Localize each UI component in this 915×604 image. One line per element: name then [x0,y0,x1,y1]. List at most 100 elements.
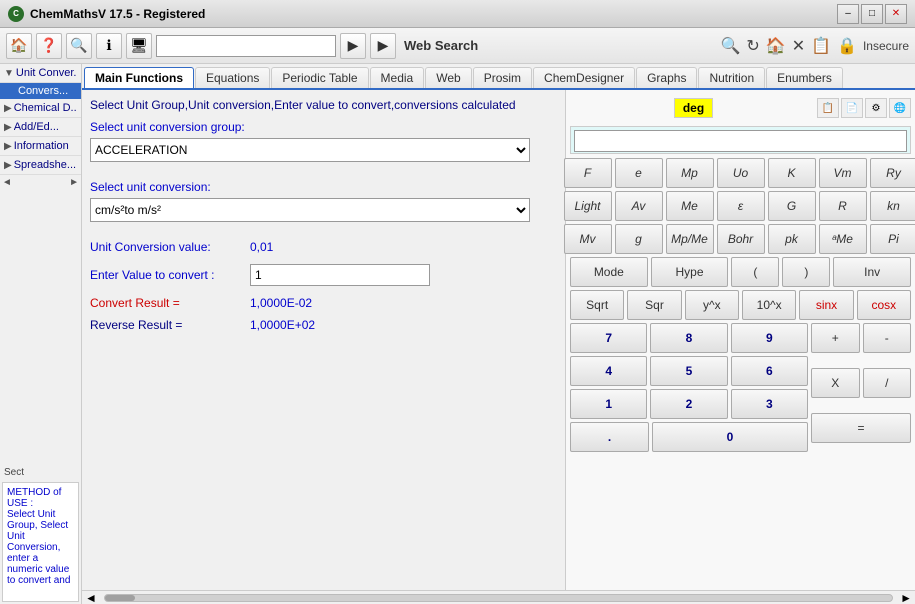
calc-btn-Sqr[interactable]: Sqr [627,290,681,320]
calc-btn-Inv[interactable]: Inv [833,257,911,287]
calc-btn-open-paren[interactable]: ( [731,257,779,287]
calc-btn-Mv[interactable]: Mv [564,224,612,254]
calc-btn-2[interactable]: 2 [650,389,727,419]
forward-button[interactable]: ▶ [370,33,396,59]
tab-equations[interactable]: Equations [195,67,270,88]
calc-btn-Light[interactable]: Light [564,191,612,221]
calc-icon-settings[interactable]: ⚙ [865,98,887,118]
sidebar-item-information[interactable]: ▶ Information [0,137,81,156]
calc-row-3: Mv g Mp/Me Bohr pk ᵃMe Pi [570,224,911,254]
calc-btn-divide[interactable]: / [863,368,912,398]
home-icon[interactable]: 🏠 [6,33,32,59]
scroll-right-arrow[interactable]: ► [897,591,915,604]
info-icon[interactable]: ℹ [96,33,122,59]
calc-btn-Mp[interactable]: Mp [666,158,714,188]
scrollbar-thumb[interactable] [105,595,135,601]
calc-btn-3[interactable]: 3 [731,389,808,419]
close-icon[interactable]: ✕ [792,36,805,56]
maximize-button[interactable]: □ [861,4,883,24]
refresh-icon[interactable]: ↻ [746,36,759,56]
bottom-scrollbar[interactable]: ◄ ► [82,590,915,604]
calc-btn-K[interactable]: K [768,158,816,188]
calc-btn-Uo[interactable]: Uo [717,158,765,188]
tab-web[interactable]: Web [425,67,471,88]
calc-btn-multiply[interactable]: X [811,368,860,398]
sidebar-item-spreadsheet[interactable]: ▶ Spreadshe... [0,156,81,175]
calc-btn-4[interactable]: 4 [570,356,647,386]
tab-nutrition[interactable]: Nutrition [698,67,765,88]
calc-icon-copy[interactable]: 📋 [817,98,839,118]
tab-chemdesigner[interactable]: ChemDesigner [533,67,635,88]
scrollbar-track[interactable] [104,594,893,602]
back-button[interactable]: ▶ [340,33,366,59]
sidebar-item-add-edit[interactable]: ▶ Add/Ed... [0,118,81,137]
lock-icon[interactable]: 🔒 [837,36,857,56]
calc-btn-Av[interactable]: Av [615,191,663,221]
calc-btn-pk[interactable]: pk [768,224,816,254]
calc-btn-plus[interactable]: + [811,323,860,353]
calc-btn-G[interactable]: G [768,191,816,221]
unit-group-dropdown[interactable]: ACCELERATION [90,138,530,162]
calc-btn-1[interactable]: 1 [570,389,647,419]
calc-btn-R[interactable]: R [819,191,867,221]
calc-btn-Pi[interactable]: Pi [870,224,915,254]
monitor-icon[interactable]: 🖥 [126,33,152,59]
calc-btn-yx[interactable]: y^x [685,290,739,320]
globe-icon[interactable]: 🏠 [766,36,786,56]
calc-btn-8[interactable]: 8 [650,323,727,353]
tab-graphs[interactable]: Graphs [636,67,697,88]
calc-btn-10x[interactable]: 10^x [742,290,796,320]
enter-value-input[interactable] [250,264,430,286]
search-icon[interactable]: 🔍 [66,33,92,59]
help-icon[interactable]: ❓ [36,33,62,59]
scroll-left-btn[interactable]: ◄ [2,177,12,188]
tab-prosim[interactable]: Prosim [473,67,532,88]
calc-btn-Me[interactable]: Me [666,191,714,221]
calc-btn-e[interactable]: e [615,158,663,188]
sidebar-item-unit-converter[interactable]: ▼ Unit Conver... [0,64,81,83]
minimize-button[interactable]: – [837,4,859,24]
calc-btn-equals[interactable]: = [811,413,911,443]
sidebar-item-chemical[interactable]: ▶ Chemical D... [0,99,81,118]
calc-btn-sinx[interactable]: sinx [799,290,853,320]
tab-enumbers[interactable]: Enumbers [766,67,843,88]
calc-btn-dot[interactable]: . [570,422,649,452]
calc-btn-minus[interactable]: - [863,323,912,353]
web-search-label: Web Search [404,38,478,53]
calc-btn-Mode[interactable]: Mode [570,257,648,287]
calc-icon-paste[interactable]: 📄 [841,98,863,118]
calc-btn-g[interactable]: g [615,224,663,254]
unit-conversion-dropdown[interactable]: cm/s²to m/s² [90,198,530,222]
calc-btn-Vm[interactable]: Vm [819,158,867,188]
zoom-icon[interactable]: 🔍 [720,36,740,56]
calc-btn-close-paren[interactable]: ) [782,257,830,287]
calc-btn-6[interactable]: 6 [731,356,808,386]
calc-btn-9[interactable]: 9 [731,323,808,353]
calc-btn-cosx[interactable]: cosx [857,290,911,320]
tab-media[interactable]: Media [370,67,425,88]
calc-btn-0[interactable]: 0 [652,422,808,452]
calc-btn-Bohr[interactable]: Bohr [717,224,765,254]
calc-btn-kn[interactable]: kn [870,191,915,221]
calc-btn-5[interactable]: 5 [650,356,727,386]
calc-btn-Ry[interactable]: Ry [870,158,915,188]
close-button[interactable]: ✕ [885,4,907,24]
tab-main-functions[interactable]: Main Functions [84,67,194,88]
calc-btn-7[interactable]: 7 [570,323,647,353]
method-text: METHOD of USE :Select Unit Group, Select… [7,487,70,586]
calc-btn-aMe[interactable]: ᵃMe [819,224,867,254]
calc-btn-Hype[interactable]: Hype [651,257,729,287]
scroll-right-btn[interactable]: ► [69,177,79,188]
copy-icon[interactable]: 📋 [811,36,831,56]
calc-btn-Sqrt[interactable]: Sqrt [570,290,624,320]
calc-icon-globe[interactable]: 🌐 [889,98,911,118]
sidebar-item-conversions[interactable]: Convers... [0,83,81,99]
calc-btn-epsilon[interactable]: ε [717,191,765,221]
ops-row-3: = [811,413,911,455]
tab-periodic-table[interactable]: Periodic Table [271,67,368,88]
scroll-left-arrow[interactable]: ◄ [82,591,100,604]
calc-btn-F[interactable]: F [564,158,612,188]
search-input[interactable] [156,35,336,57]
sidebar-chemical-label: Chemical D... [14,102,77,114]
calc-btn-MpMe[interactable]: Mp/Me [666,224,714,254]
